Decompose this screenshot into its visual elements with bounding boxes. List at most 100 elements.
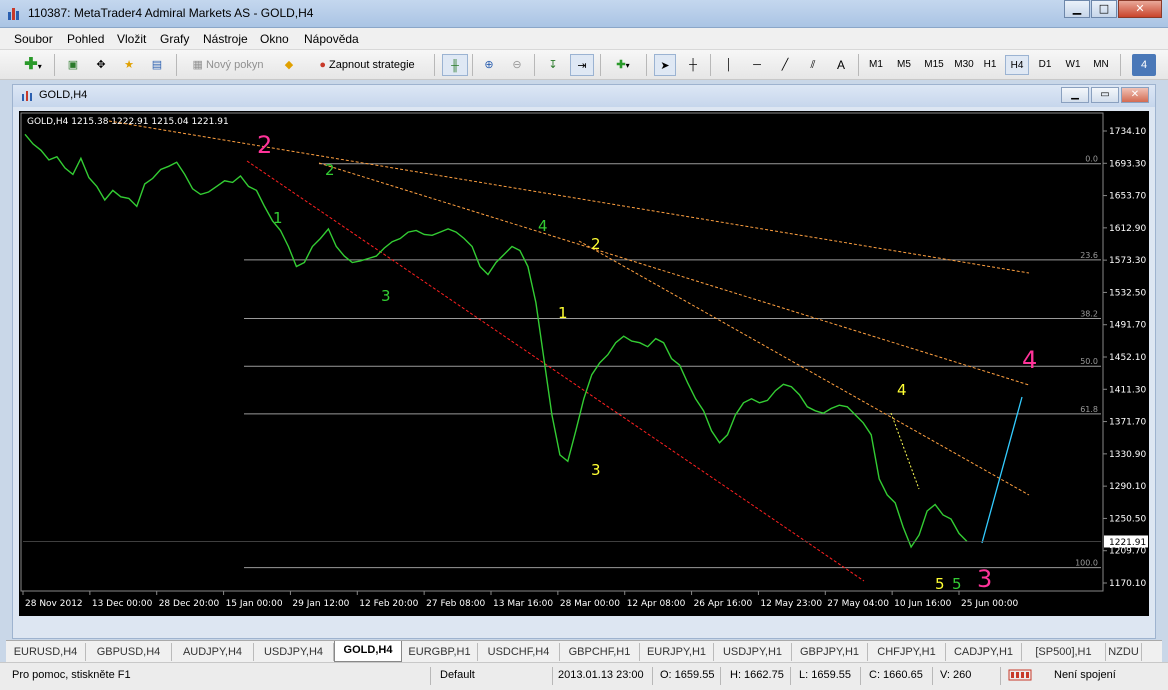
timeframe-mn[interactable]: MN (1089, 55, 1113, 75)
fib-level-label: 50.0 (1080, 357, 1098, 366)
fib-level-label: 23.6 (1080, 251, 1098, 260)
new-chart-button[interactable]: ✚▾ (18, 54, 48, 76)
chart-tab[interactable]: USDCHF,H4 (478, 643, 560, 661)
menu-view[interactable]: Pohled (67, 32, 104, 46)
alert-button[interactable]: ◆ (278, 54, 300, 76)
price-tick-label: 1693.30 (1109, 159, 1146, 169)
bar-chart-button[interactable]: ╫ (442, 54, 468, 76)
chart-tab[interactable]: AUDJPY,H4 (172, 643, 254, 661)
chart-maximize-button[interactable]: ▭ (1091, 87, 1119, 103)
trendline-channel-bottom[interactable] (246, 160, 865, 582)
status-high: H: 1662.75 (730, 669, 784, 681)
autotrading-button[interactable]: ● Zapnout strategie (306, 54, 428, 76)
zoom-in-button[interactable]: ⊕ (478, 54, 500, 76)
wave-label: 5 (952, 575, 962, 593)
status-low: L: 1659.55 (799, 669, 851, 681)
chart-canvas[interactable]: GOLD,H4 1215.38 1222.91 1215.04 1221.91 … (19, 111, 1149, 616)
auto-scroll-button[interactable]: ↧ (542, 54, 564, 76)
fib-level-label: 38.2 (1080, 310, 1098, 319)
menu-tools[interactable]: Nástroje (203, 32, 248, 46)
zoom-out-icon: ⊖ (512, 59, 522, 71)
fib-level-label: 0.0 (1085, 155, 1098, 164)
trendlines[interactable] (108, 120, 1030, 582)
chart-tab[interactable]: [SP500],H1 (1022, 643, 1106, 661)
crosshair-tool[interactable]: ┼ (682, 54, 704, 76)
chart-tab[interactable]: EURUSD,H4 (6, 643, 86, 661)
chart-minimize-button[interactable]: ▁ (1061, 87, 1089, 103)
trendline-tool[interactable]: ╱ (774, 54, 796, 76)
timeframe-m1[interactable]: M1 (864, 55, 888, 75)
vertical-line-icon: │ (725, 59, 733, 71)
favorites-button[interactable]: ★ (118, 54, 140, 76)
maximize-button[interactable]: □ (1091, 0, 1117, 18)
wave-label: 4 (897, 381, 907, 399)
text-tool[interactable]: A (830, 54, 852, 76)
profiles-button[interactable]: ▣ (62, 54, 84, 76)
connection-icon (1008, 668, 1032, 685)
price-tick-label: 1532.50 (1109, 288, 1146, 298)
chart-tab[interactable]: CADJPY,H1 (946, 643, 1022, 661)
trendline-short[interactable] (890, 412, 920, 490)
cursor-tool[interactable]: ➤ (654, 54, 676, 76)
mql-community-button[interactable]: 4 (1132, 54, 1156, 76)
zoom-in-icon: ⊕ (484, 59, 494, 71)
fib-level-label: 61.8 (1080, 405, 1098, 414)
chart-tab[interactable]: USDJPY,H4 (254, 643, 334, 661)
chart-info: GOLD,H4 1215.38 1222.91 1215.04 1221.91 (27, 117, 229, 127)
new-order-button[interactable]: ▦ Nový pokyn (184, 54, 272, 76)
trendline-upper[interactable] (108, 120, 1030, 274)
timeframe-d1[interactable]: D1 (1033, 55, 1057, 75)
fibonacci-retracement[interactable]: 0.0 23.6 38.2 50.0 61.8 100.0 (244, 155, 1101, 569)
trendline-lower[interactable] (578, 240, 1030, 496)
metatrader-logo-icon (8, 8, 19, 20)
menu-help[interactable]: Nápověda (304, 32, 359, 46)
close-button[interactable]: ✕ (1118, 0, 1162, 18)
price-tick-label: 1612.90 (1109, 224, 1146, 234)
crosshair-nav-button[interactable]: ✥ (90, 54, 112, 76)
chart-close-button[interactable]: ✕ (1121, 87, 1149, 103)
time-tick-label: 13 Dec 00:00 (92, 599, 153, 609)
chart-tab[interactable]: GBPJPY,H1 (792, 643, 868, 661)
horizontal-line-tool[interactable]: ─ (746, 54, 768, 76)
chart-tab[interactable]: GBPCHF,H1 (560, 643, 640, 661)
wave-label: 3 (977, 565, 992, 593)
terminal-button[interactable]: ▤ (146, 54, 168, 76)
chart-tab[interactable]: EURJPY,H1 (640, 643, 714, 661)
time-tick-label: 27 Feb 08:00 (426, 599, 485, 609)
chart-tab[interactable]: GOLD,H4 (334, 641, 402, 662)
price-tick-label: 1491.70 (1109, 321, 1146, 331)
chevron-down-icon: ▾ (625, 61, 630, 70)
vertical-line-tool[interactable]: │ (718, 54, 740, 76)
chat-icon: 4 (1140, 59, 1148, 71)
status-close: C: 1660.65 (869, 669, 923, 681)
wave-label: 2 (591, 235, 601, 253)
menu-window[interactable]: Okno (260, 32, 289, 46)
timeframe-m30[interactable]: M30 (950, 55, 978, 75)
zoom-out-button[interactable]: ⊖ (506, 54, 528, 76)
chart-shift-button[interactable]: ⇥ (570, 54, 594, 76)
indicators-button[interactable]: ✚▾ (608, 54, 638, 76)
time-tick-label: 12 May 23:00 (760, 599, 822, 609)
chart-tab[interactable]: USDJPY,H1 (714, 643, 792, 661)
projection-line[interactable] (981, 396, 1023, 544)
chevron-down-icon: ▾ (37, 62, 42, 71)
timeframe-m15[interactable]: M15 (920, 55, 948, 75)
chart-tab[interactable]: CHFJPY,H1 (868, 643, 946, 661)
timeframe-h4[interactable]: H4 (1005, 55, 1029, 75)
price-chart[interactable]: GOLD,H4 1215.38 1222.91 1215.04 1221.91 … (19, 111, 1149, 616)
timeframe-w1[interactable]: W1 (1061, 55, 1085, 75)
minimize-button[interactable]: ▁ (1064, 0, 1090, 18)
menu-charts[interactable]: Grafy (160, 32, 189, 46)
time-axis: 28 Nov 2012 13 Dec 00:00 28 Dec 20:00 15 Ja… (22, 591, 1018, 609)
channel-tool[interactable]: ⫽ (802, 54, 824, 76)
chart-tab[interactable]: NZDU (1106, 643, 1142, 661)
trendline-middle[interactable] (318, 162, 1030, 386)
timeframe-m5[interactable]: M5 (892, 55, 916, 75)
timeframe-h1[interactable]: H1 (978, 55, 1002, 75)
chart-tab[interactable]: EURGBP,H1 (402, 643, 478, 661)
time-tick-label: 26 Apr 16:00 (694, 599, 753, 609)
price-tick-label: 1734.10 (1109, 127, 1146, 137)
menu-file[interactable]: Soubor (14, 32, 53, 46)
menu-insert[interactable]: Vložit (117, 32, 146, 46)
chart-tab[interactable]: GBPUSD,H4 (86, 643, 172, 661)
